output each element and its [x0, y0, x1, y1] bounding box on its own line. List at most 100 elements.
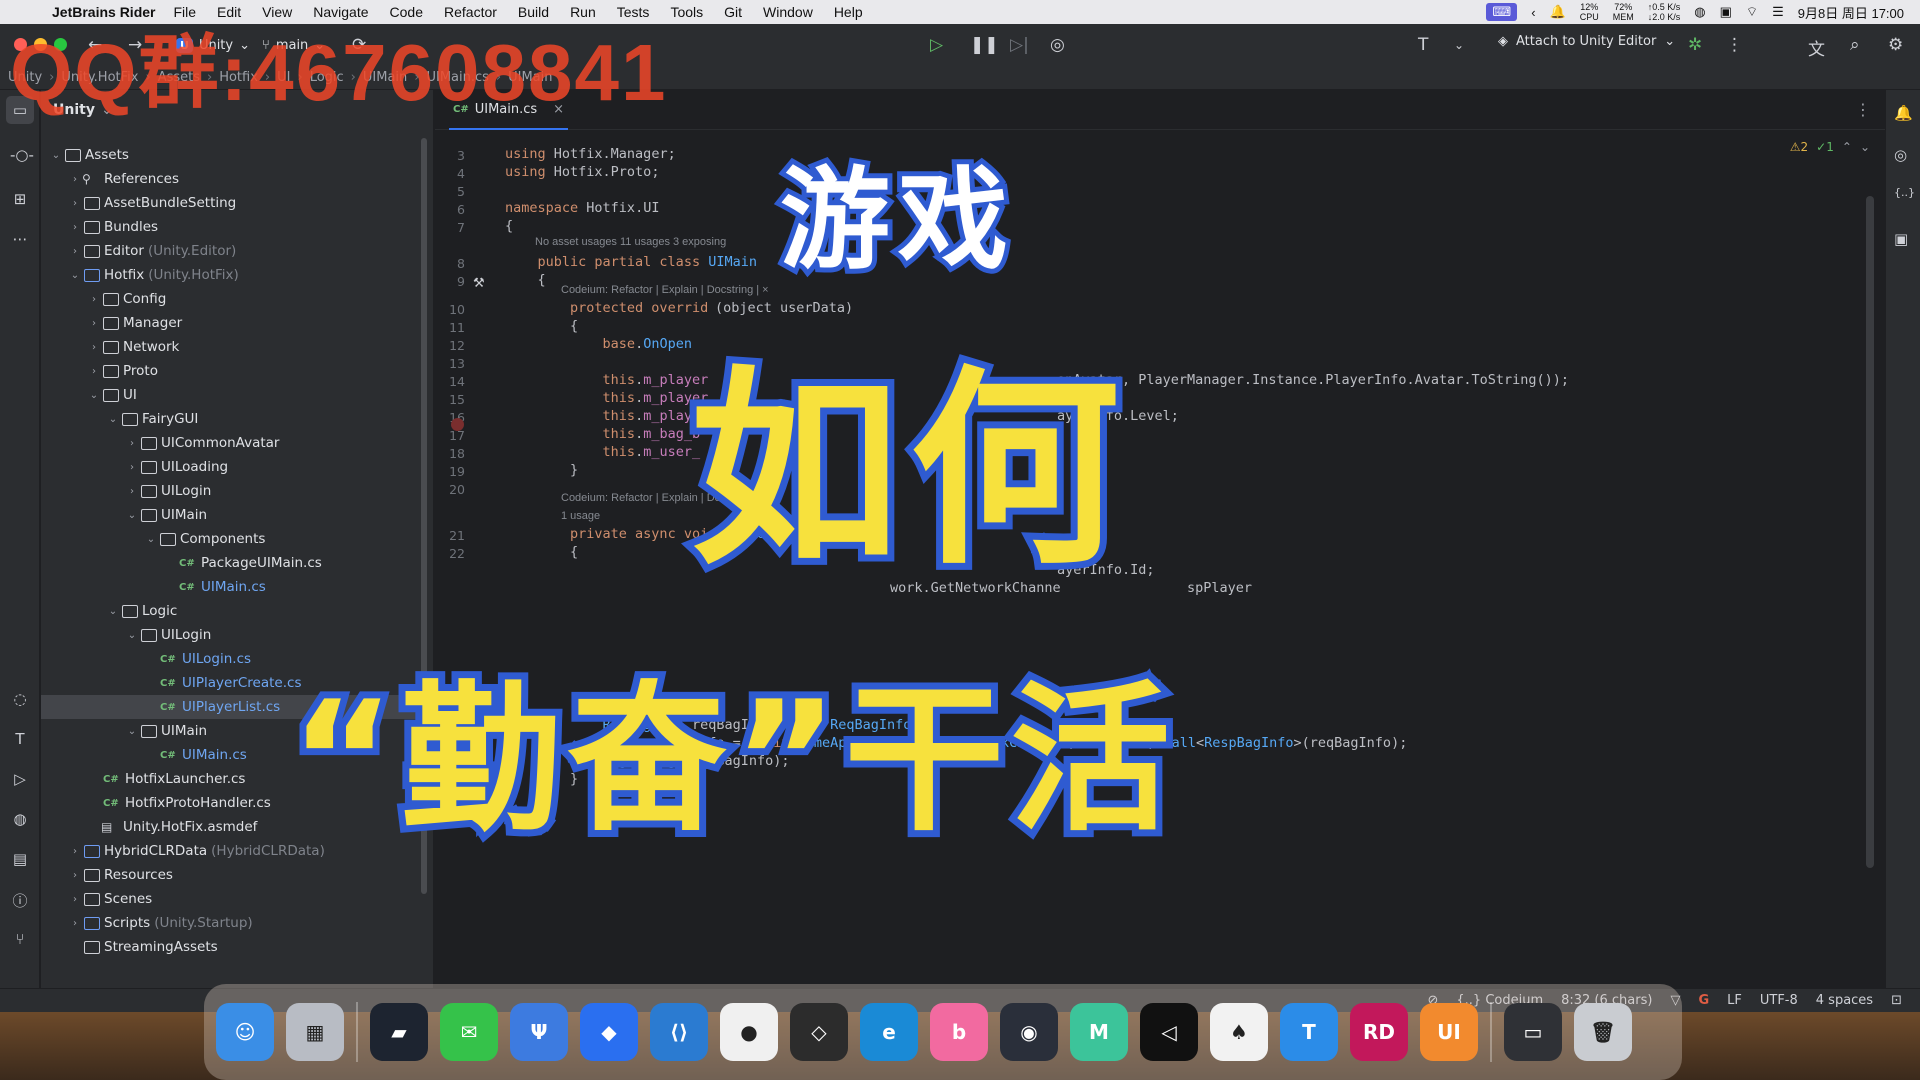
- chevron-right-icon[interactable]: ›: [125, 486, 139, 497]
- chevron-right-icon[interactable]: ›: [68, 846, 82, 857]
- minimize-window-icon[interactable]: [34, 38, 47, 51]
- chevron-left-icon[interactable]: ‹: [1531, 5, 1535, 20]
- menu-tests[interactable]: Tests: [617, 4, 650, 20]
- terminal-tool-icon[interactable]: ▤: [10, 850, 30, 870]
- edge-icon[interactable]: e: [860, 1003, 918, 1061]
- commit-tool-icon[interactable]: -○-: [10, 146, 34, 166]
- chevron-right-icon[interactable]: ›: [125, 438, 139, 449]
- inlay-hint[interactable]: No asset usages 11 usages 3 exposing: [535, 236, 726, 248]
- inlay-hint[interactable]: Codeium: Refactor | Explain | Docstring …: [561, 284, 769, 296]
- mongodb-icon[interactable]: ♠: [1210, 1003, 1268, 1061]
- code-line[interactable]: {: [505, 218, 513, 234]
- pause-icon[interactable]: ❚❚: [970, 35, 999, 55]
- project-selector[interactable]: U Unity ⌄: [168, 33, 258, 57]
- trash-icon[interactable]: 🗑: [1574, 1003, 1632, 1061]
- search-icon[interactable]: ⌕: [1850, 35, 1860, 55]
- menu-view[interactable]: View: [262, 4, 292, 20]
- chevron-right-icon[interactable]: ›: [68, 198, 82, 209]
- menu-navigate[interactable]: Navigate: [313, 4, 368, 20]
- menu-tools[interactable]: Tools: [670, 4, 703, 20]
- project-panel-header[interactable]: Unity ⌄: [41, 90, 433, 130]
- code-line[interactable]: }: [505, 462, 578, 478]
- more-tools-icon[interactable]: ⋯: [10, 230, 30, 250]
- code-line[interactable]: this.m_player: [505, 390, 709, 406]
- chevron-down-icon[interactable]: ⌄: [125, 510, 139, 521]
- code-fragment[interactable]: ayerInfo.Id;: [1057, 562, 1155, 578]
- tree-item[interactable]: ⌄ Components: [41, 527, 421, 551]
- code-line[interactable]: this.m_player_: [505, 408, 717, 424]
- tab-uimain-cs[interactable]: C# UIMain.cs ×: [449, 90, 569, 130]
- menu-file[interactable]: File: [173, 4, 196, 20]
- tree-item[interactable]: ⌄ Logic: [41, 599, 421, 623]
- code-line[interactable]: this.m_bag_b: [505, 426, 701, 442]
- unity-method-icon[interactable]: ⚒: [473, 276, 485, 291]
- code-line[interactable]: }: [505, 807, 513, 823]
- tree-item[interactable]: › AssetBundleSetting: [41, 191, 421, 215]
- tree-item[interactable]: › Scenes: [41, 887, 421, 911]
- hammer-icon[interactable]: T: [1418, 35, 1428, 55]
- project-scrollbar[interactable]: [421, 138, 427, 894]
- code-line[interactable]: namespace Hotfix.UI: [505, 200, 659, 216]
- menu-refactor[interactable]: Refactor: [444, 4, 497, 20]
- chevron-right-icon[interactable]: ›: [68, 246, 82, 257]
- chevron-down-icon[interactable]: ⌄: [125, 630, 139, 641]
- maximize-window-icon[interactable]: [54, 38, 67, 51]
- tree-item[interactable]: › Proto: [41, 359, 421, 383]
- project-tool-icon[interactable]: ▭: [6, 96, 34, 124]
- git-tool-icon[interactable]: ⑂: [10, 930, 30, 950]
- wechat-tray-icon[interactable]: ◍: [1694, 4, 1705, 20]
- menu-run[interactable]: Run: [570, 4, 596, 20]
- structure-tool-icon[interactable]: ⊞: [10, 190, 30, 210]
- window-preview-icon[interactable]: ▭: [1504, 1003, 1562, 1061]
- code-line[interactable]: }: [505, 771, 578, 787]
- chevron-right-icon[interactable]: ›: [68, 222, 82, 233]
- obs-icon[interactable]: ◉: [1000, 1003, 1058, 1061]
- qq-icon[interactable]: ●: [720, 1003, 778, 1061]
- chevron-right-icon[interactable]: ›: [87, 294, 101, 305]
- attach-to-unity-button[interactable]: ◈ Attach to Unity Editor ⌄: [1498, 34, 1675, 49]
- clock[interactable]: 9月8日 周日 17:00: [1798, 3, 1904, 22]
- tree-item[interactable]: ⌄ FairyGUI: [41, 407, 421, 431]
- breadcrumb-item[interactable]: Unity: [8, 70, 42, 85]
- grammar-icon[interactable]: G: [1698, 993, 1709, 1008]
- wifi-icon[interactable]: ⌔: [1746, 4, 1758, 20]
- tree-item[interactable]: ⌄ UIMain: [41, 719, 421, 743]
- chevron-right-icon[interactable]: ›: [87, 366, 101, 377]
- app-menu[interactable]: JetBrains Rider: [52, 4, 155, 20]
- rider-icon[interactable]: RD: [1350, 1003, 1408, 1061]
- profiler-icon[interactable]: ◎: [1050, 35, 1065, 55]
- breakpoint-icon[interactable]: [451, 418, 464, 431]
- chevron-right-icon[interactable]: ›: [68, 174, 82, 185]
- chevron-right-icon[interactable]: ›: [68, 870, 82, 881]
- code-line[interactable]: ReqBagInfo reqBagInfo = new ReqBagInfo()…: [505, 717, 936, 733]
- tree-item[interactable]: › Bundles: [41, 215, 421, 239]
- code-line[interactable]: using Hotfix.Manager;: [505, 146, 676, 162]
- code-fragment[interactable]: (object userData): [715, 300, 853, 316]
- chevron-down-icon[interactable]: ⌄: [68, 270, 82, 281]
- menu-edit[interactable]: Edit: [217, 4, 241, 20]
- line-separator[interactable]: LF: [1727, 993, 1742, 1008]
- sync-icon[interactable]: ⟳: [352, 35, 366, 55]
- chevron-down-icon[interactable]: ⌄: [144, 534, 158, 545]
- tree-item[interactable]: › Manager: [41, 311, 421, 335]
- indent-setting[interactable]: 4 spaces: [1816, 993, 1873, 1008]
- code-line[interactable]: using Hotfix.Proto;: [505, 164, 659, 180]
- code-line[interactable]: public partial class UIMain: [505, 254, 757, 270]
- code-fragment[interactable]: spPlayer: [1187, 580, 1252, 596]
- code-line[interactable]: this.m_user_: [505, 444, 701, 460]
- tree-item[interactable]: › HybridCLRData (HybridCLRData): [41, 839, 421, 863]
- menu-git[interactable]: Git: [724, 4, 742, 20]
- editor-scrollbar[interactable]: [1866, 196, 1874, 868]
- chevron-right-icon[interactable]: ›: [68, 918, 82, 929]
- code-line[interactable]: private async void OnUserInfoBtnClick(): [505, 526, 887, 542]
- tree-item[interactable]: ⌄ UI: [41, 383, 421, 407]
- breadcrumb-item[interactable]: Assets: [158, 70, 200, 85]
- chevron-right-icon[interactable]: ›: [87, 342, 101, 353]
- code-fragment[interactable]: ayerInfo.Level;: [1057, 408, 1179, 424]
- lock-icon[interactable]: ⊡: [1891, 993, 1902, 1008]
- ai-assistant-icon[interactable]: ◎: [1894, 146, 1907, 164]
- tree-item[interactable]: › UILoading: [41, 455, 421, 479]
- branch-selector[interactable]: ⑂ main ⌄: [262, 33, 325, 57]
- build-tool-icon[interactable]: T: [10, 730, 30, 750]
- step-icon[interactable]: ▷|: [1010, 35, 1029, 55]
